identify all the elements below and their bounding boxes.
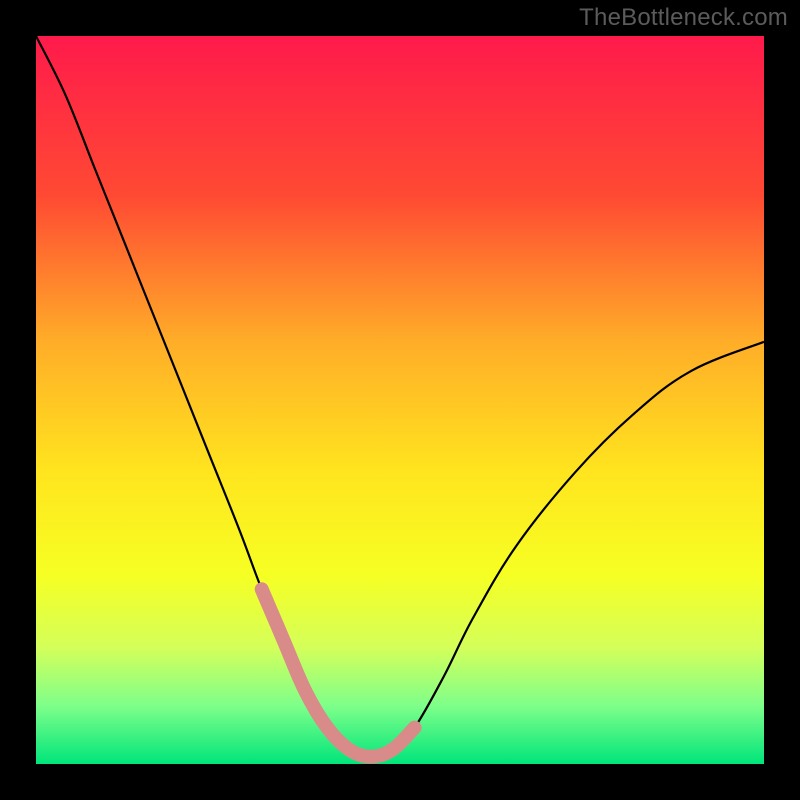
chart-area <box>36 36 764 764</box>
chart-svg <box>36 36 764 764</box>
watermark-label: TheBottleneck.com <box>579 4 788 32</box>
chart-frame: TheBottleneck.com <box>0 0 800 800</box>
gradient-background <box>36 36 764 764</box>
